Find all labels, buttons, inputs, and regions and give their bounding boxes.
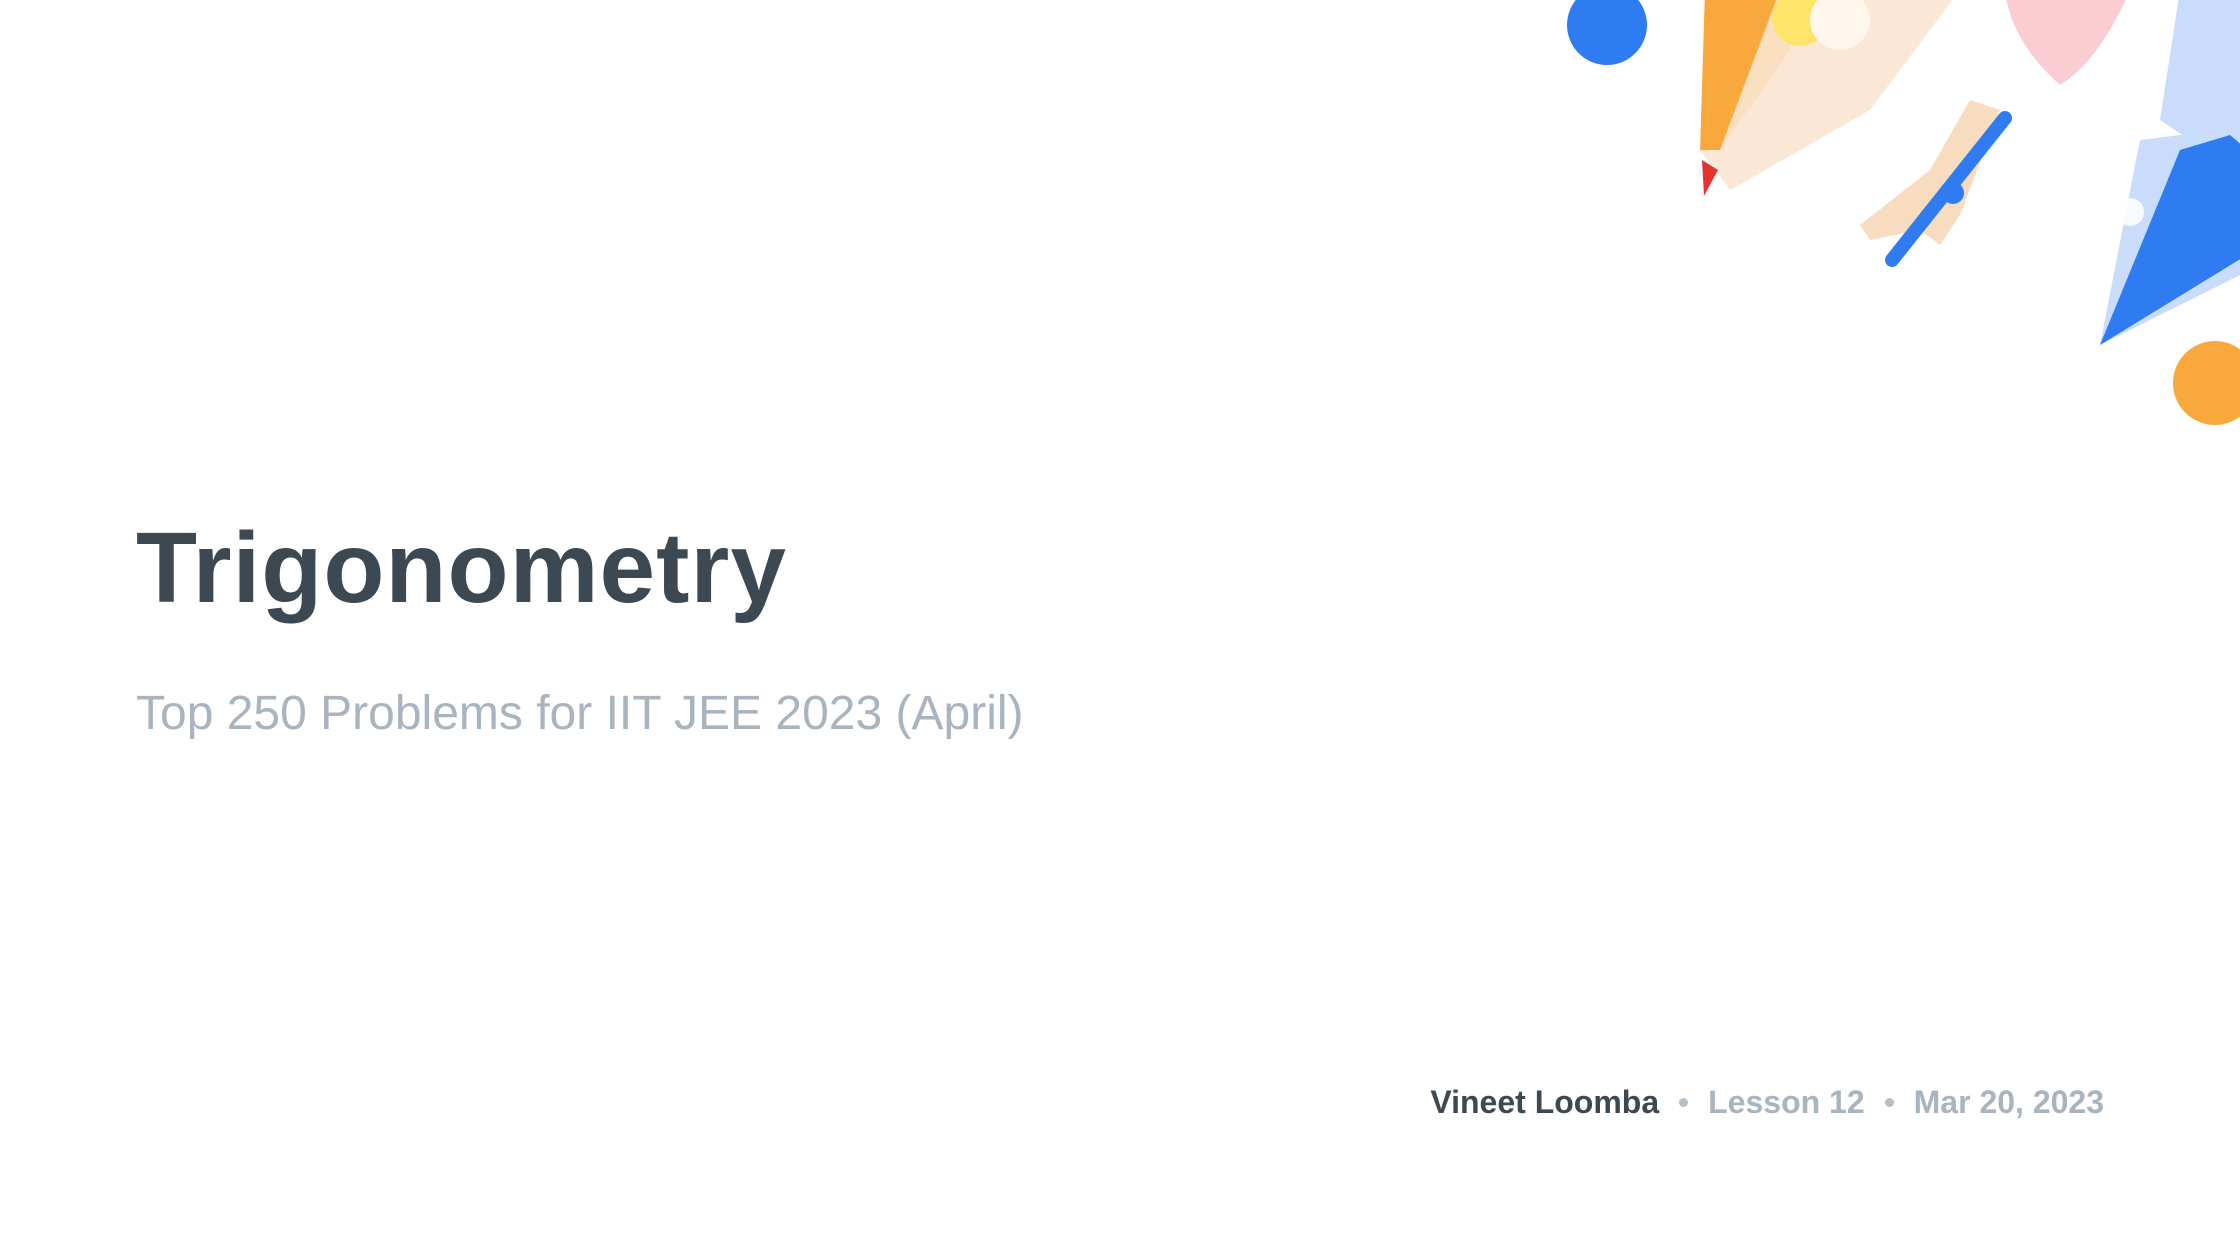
author-name: Vineet Loomba — [1430, 1084, 1660, 1120]
pen-body-icon — [2160, 0, 2240, 150]
blue-dot-icon — [1567, 0, 1647, 65]
lesson-date: Mar 20, 2023 — [1913, 1084, 2104, 1120]
pink-shape-icon — [2006, 0, 2126, 85]
pencil-icon — [1700, 0, 1953, 196]
pen-nib-icon — [2100, 130, 2240, 345]
title-slide: Trigonometry Top 250 Problems for IIT JE… — [0, 0, 2240, 1260]
ruler-icon — [1860, 100, 2012, 267]
stationery-illustration — [1567, 0, 2240, 425]
lesson-number: Lesson 12 — [1708, 1084, 1865, 1120]
slide-title: Trigonometry — [136, 512, 787, 624]
slide-subtitle: Top 250 Problems for IIT JEE 2023 (April… — [136, 687, 1024, 740]
separator-dot — [1679, 1097, 1689, 1107]
orange-dot-icon — [2173, 341, 2240, 425]
separator-dot — [1884, 1097, 1894, 1107]
lesson-meta: Vineet Loomba Lesson 12 Mar 20, 2023 — [1430, 1086, 2104, 1118]
